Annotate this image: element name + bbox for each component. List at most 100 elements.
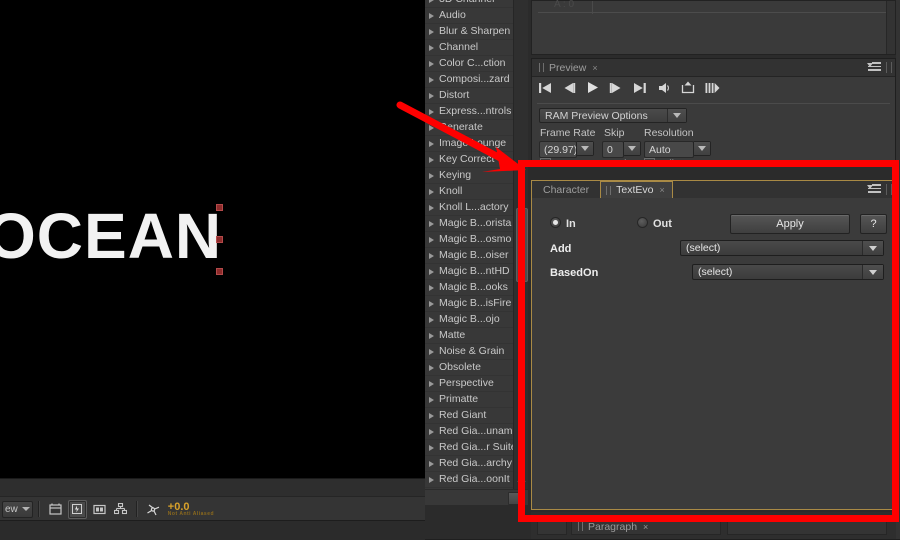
add-select[interactable]: (select)	[680, 240, 884, 256]
apply-button[interactable]: Apply	[730, 214, 850, 234]
disclosure-triangle-icon[interactable]	[429, 92, 434, 99]
last-frame-icon[interactable]	[633, 82, 647, 94]
scroll-down-icon[interactable]	[516, 478, 526, 488]
effects-category-row[interactable]: Magic B...ntHD	[425, 264, 513, 280]
disclosure-triangle-icon[interactable]	[429, 316, 434, 323]
audio-icon[interactable]	[657, 82, 671, 94]
effects-category-row[interactable]: Magic B...ooks	[425, 280, 513, 296]
tab-character[interactable]: Character	[538, 181, 596, 198]
text-selection-handle[interactable]	[216, 236, 223, 243]
disclosure-triangle-icon[interactable]	[429, 140, 434, 147]
effects-category-row[interactable]: Magic B...orista	[425, 216, 513, 232]
effects-category-row[interactable]: Audio	[425, 8, 513, 24]
effects-category-row[interactable]: Magic B...osmo	[425, 232, 513, 248]
full-screen-checkbox[interactable]	[644, 158, 655, 163]
disclosure-triangle-icon[interactable]	[429, 60, 434, 67]
chevron-down-icon[interactable]	[862, 241, 883, 255]
frame-rate-field[interactable]: (29.97)	[539, 141, 577, 158]
chevron-down-icon[interactable]	[694, 142, 710, 155]
effects-category-row[interactable]: Key Correct	[425, 152, 513, 168]
ram-preview-icon[interactable]	[681, 81, 695, 94]
effects-category-row[interactable]: Noise & Grain	[425, 344, 513, 360]
help-button[interactable]: ?	[860, 214, 887, 234]
region-of-interest-icon[interactable]	[91, 501, 108, 518]
chevron-down-icon[interactable]	[667, 109, 686, 122]
disclosure-triangle-icon[interactable]	[429, 460, 434, 467]
disclosure-triangle-icon[interactable]	[429, 0, 434, 3]
panel-menu-icon[interactable]	[867, 62, 881, 73]
effects-category-row[interactable]: Blur & Sharpen	[425, 24, 513, 40]
disclosure-triangle-icon[interactable]	[429, 204, 434, 211]
chevron-down-icon[interactable]	[577, 142, 593, 155]
disclosure-triangle-icon[interactable]	[429, 284, 434, 291]
disclosure-triangle-icon[interactable]	[429, 444, 434, 451]
close-icon[interactable]: ×	[643, 522, 648, 532]
collapsed-panel-tab-2[interactable]	[727, 518, 887, 535]
effects-category-row[interactable]: Knoll	[425, 184, 513, 200]
panel-resize-grip[interactable]	[886, 62, 892, 73]
disclosure-triangle-icon[interactable]	[429, 172, 434, 179]
close-icon[interactable]: ×	[659, 185, 664, 195]
disclosure-triangle-icon[interactable]	[429, 476, 434, 483]
disclosure-triangle-icon[interactable]	[429, 28, 434, 35]
effects-category-row[interactable]: Red Giant	[425, 408, 513, 424]
first-frame-icon[interactable]	[538, 82, 552, 94]
text-selection-handle[interactable]	[216, 268, 223, 275]
panel-resize-grip[interactable]	[886, 184, 892, 195]
view-select[interactable]: ew	[2, 500, 33, 518]
tab-textevo[interactable]: TextEvo ×	[600, 181, 673, 198]
from-current-time-checkbox[interactable]	[540, 158, 551, 163]
effects-category-row[interactable]: Red Gia...oonIt	[425, 472, 513, 488]
chevron-down-icon[interactable]	[624, 142, 640, 155]
skip-field[interactable]: 0	[602, 141, 624, 158]
effects-category-row[interactable]: Red Gia...unami	[425, 424, 515, 440]
disclosure-triangle-icon[interactable]	[429, 188, 434, 195]
effects-category-row[interactable]: Channel	[425, 40, 513, 56]
disclosure-triangle-icon[interactable]	[429, 44, 434, 51]
disclosure-triangle-icon[interactable]	[429, 364, 434, 371]
resolution-field[interactable]: Auto	[644, 141, 694, 158]
effects-category-row[interactable]: Knoll L...actory	[425, 200, 513, 216]
new-folder-icon[interactable]	[508, 492, 521, 505]
preview-panel[interactable]: Preview × RAM Preview Options Frame Rate…	[531, 58, 896, 164]
effects-scrollbar[interactable]	[513, 0, 528, 490]
effects-category-row[interactable]: Primatte	[425, 392, 513, 408]
effects-category-list[interactable]: 3D Channel Audio Blur & Sharpen Channel Colo…	[425, 0, 517, 505]
chevron-down-icon[interactable]	[862, 265, 883, 279]
motion-blur-icon[interactable]	[145, 501, 162, 518]
effects-category-row[interactable]: Color C...ction	[425, 56, 513, 72]
radio-out[interactable]	[637, 217, 648, 228]
disclosure-triangle-icon[interactable]	[429, 380, 434, 387]
disclosure-triangle-icon[interactable]	[429, 428, 434, 435]
composition-viewer[interactable]: OCEAN	[0, 0, 425, 478]
previous-frame-icon[interactable]	[562, 82, 576, 94]
resolution-dropdown[interactable]	[693, 141, 711, 156]
disclosure-triangle-icon[interactable]	[429, 300, 434, 307]
disclosure-triangle-icon[interactable]	[429, 348, 434, 355]
radio-in[interactable]	[550, 217, 561, 228]
draft-3d-icon[interactable]	[67, 499, 87, 519]
effects-category-row[interactable]: Magic B...oiser	[425, 248, 513, 264]
effects-category-row[interactable]: Red Gia...archy	[425, 456, 513, 472]
effects-category-row[interactable]: Magic B...isFire	[425, 296, 513, 312]
effects-category-row[interactable]: Obsolete	[425, 360, 513, 376]
comp-flow-icon[interactable]	[112, 501, 129, 518]
effects-category-row[interactable]: Perspective	[425, 376, 513, 392]
disclosure-triangle-icon[interactable]	[429, 124, 434, 131]
disclosure-triangle-icon[interactable]	[429, 12, 434, 19]
top-partial-panel[interactable]: A : 0	[531, 0, 896, 55]
tab-paragraph[interactable]: Paragraph ×	[571, 518, 721, 535]
loop-icon[interactable]	[705, 82, 720, 94]
basedon-select[interactable]: (select)	[692, 264, 884, 280]
disclosure-triangle-icon[interactable]	[429, 236, 434, 243]
textevo-panel[interactable]: Character TextEvo × In Out Apply ? Add (…	[531, 180, 896, 510]
ram-preview-options-select[interactable]: RAM Preview Options	[539, 108, 687, 123]
comp-flowchart-icon[interactable]	[47, 501, 64, 518]
effects-category-row[interactable]: Matte	[425, 328, 513, 344]
play-icon[interactable]	[586, 81, 599, 94]
effects-category-row[interactable]: 3D Channel	[425, 0, 513, 8]
effects-category-row[interactable]: Image Lounge	[425, 136, 513, 152]
disclosure-triangle-icon[interactable]	[429, 252, 434, 259]
disclosure-triangle-icon[interactable]	[429, 220, 434, 227]
effects-category-row[interactable]: Generate	[425, 120, 513, 136]
